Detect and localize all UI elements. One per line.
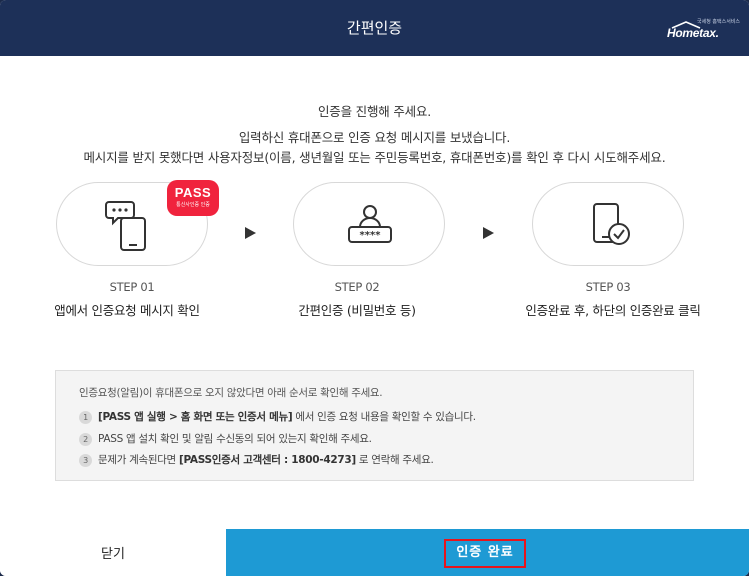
step-1-number: STEP 01: [109, 280, 155, 294]
help-item-2-number: 2: [79, 432, 92, 446]
auth-dialog: 간편인증 국세청 홈택스서비스 Hometax. 인증을 진행해 주세요. 입력…: [0, 0, 749, 576]
logo-text: Hometax.: [667, 26, 719, 40]
help-intro: 인증요청(알림)이 휴대폰으로 오지 않았다면 아래 순서로 확인해 주세요.: [79, 387, 383, 399]
help-item-2: 2 PASS 앱 설치 확인 및 알림 수신동의 되어 있는지 확인해 주세요.: [79, 431, 372, 447]
phone-message-icon: [105, 201, 146, 251]
step-1-description: 앱에서 인증요청 메시지 확인: [54, 303, 200, 318]
step-2-number: STEP 02: [334, 280, 380, 294]
step-3-circle: [532, 182, 684, 266]
help-item-3-number: 3: [79, 453, 92, 467]
help-info-box: 인증요청(알림)이 휴대폰으로 오지 않았다면 아래 순서로 확인해 주세요. …: [55, 370, 694, 481]
phone-check-icon: [593, 203, 630, 245]
help-item-1-bold: [PASS 앱 실행 > 홈 화면 또는 인증서 메뉴]: [98, 411, 293, 423]
help-item-1: 1 [PASS 앱 실행 > 홈 화면 또는 인증서 메뉴] 에서 인증 요청 내…: [79, 409, 476, 425]
password-user-icon: ****: [348, 205, 392, 243]
auth-complete-label: 인증 완료: [444, 539, 526, 568]
step-arrow-1: [245, 227, 256, 239]
step-2-description: 간편인증 (비밀번호 등): [298, 303, 416, 318]
help-item-3-pre: 문제가 계속된다면: [98, 454, 179, 466]
instruction-title: 인증을 진행해 주세요.: [317, 104, 432, 119]
pass-badge-title: PASS: [174, 185, 212, 200]
dialog-header: 간편인증 국세청 홈택스서비스 Hometax.: [0, 0, 749, 56]
auth-complete-button[interactable]: 인증 완료: [226, 529, 749, 576]
help-item-3: 3 문제가 계속된다면 [PASS인증서 고객센터 : 1800-4273] 로 …: [79, 452, 434, 468]
dialog-title: 간편인증: [346, 19, 403, 37]
instruction-sent: 입력하신 휴대폰으로 인증 요청 메시지를 보냈습니다.: [238, 130, 511, 145]
pass-badge-subtitle: 통신사인증 인증: [176, 202, 210, 208]
dialog-footer: 닫기 인증 완료: [0, 529, 749, 576]
pass-badge: PASS 통신사인증 인증: [167, 180, 219, 216]
help-item-1-number: 1: [79, 410, 92, 424]
help-item-2-text: PASS 앱 설치 확인 및 알림 수신동의 되어 있는지 확인해 주세요.: [98, 433, 372, 445]
instruction-retry: 메시지를 받지 못했다면 사용자정보(이름, 생년월일 또는 주민등록번호, 휴…: [83, 150, 666, 165]
step-3-number: STEP 03: [585, 280, 631, 294]
step-2-circle: ****: [293, 182, 445, 266]
hometax-logo: 국세청 홈택스서비스 Hometax.: [667, 17, 740, 43]
close-button[interactable]: 닫기: [0, 529, 226, 576]
help-item-3-text: 로 연락해 주세요.: [355, 454, 434, 466]
step-3-description: 인증완료 후, 하단의 인증완료 클릭: [525, 303, 701, 318]
help-item-3-bold: [PASS인증서 고객센터 : 1800-4273]: [178, 454, 356, 466]
logo-tagline: 국세청 홈택스서비스: [697, 19, 740, 25]
step-arrow-2: [483, 227, 494, 239]
help-item-1-text: 에서 인증 요청 내용을 확인할 수 있습니다.: [292, 411, 476, 423]
svg-text:****: ****: [360, 230, 382, 241]
